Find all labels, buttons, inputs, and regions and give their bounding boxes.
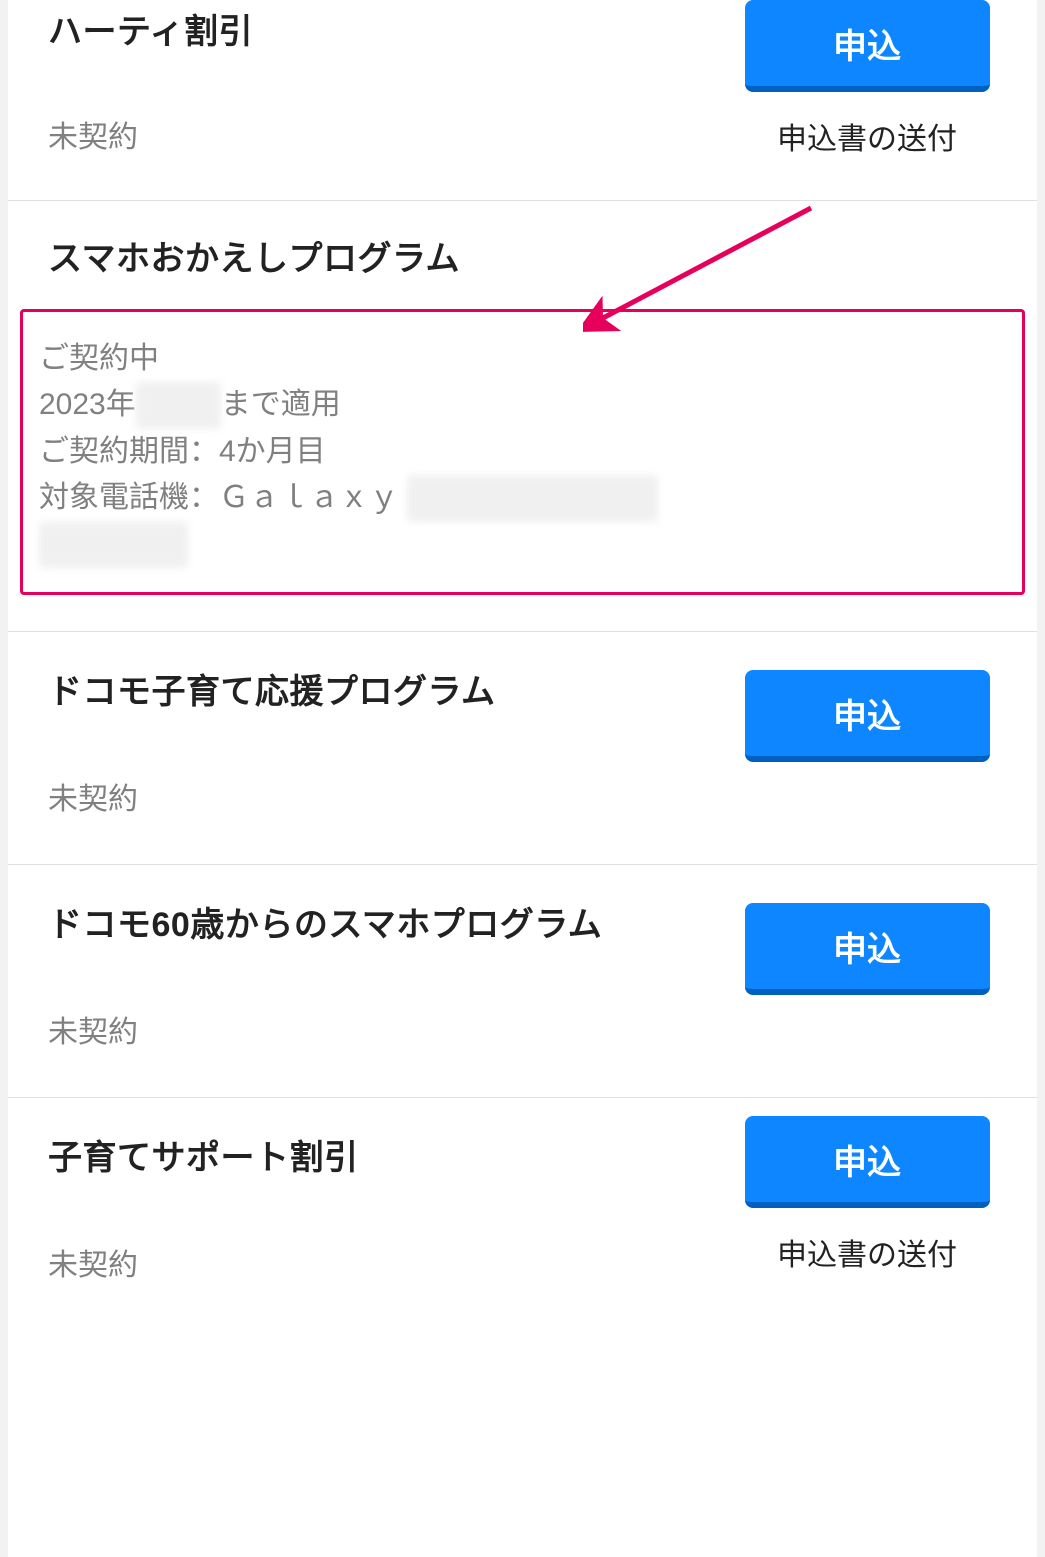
program-status: 未契約	[48, 112, 717, 156]
program-title: ドコモ子育て応援プログラム	[48, 670, 717, 716]
send-form-link[interactable]: 申込書の送付	[777, 114, 957, 158]
detail-line-4: 対象電話機：Ｇａｌａｘｙ ███ ██ ██████	[39, 475, 1006, 522]
program-title: スマホおかえしプログラム	[48, 201, 997, 309]
program-status: 未契約	[48, 1240, 717, 1284]
detail-line-1: ご契約中	[39, 336, 1006, 383]
apply-button[interactable]: 申込	[745, 0, 990, 92]
detail-line-2-pre: 2023年	[39, 388, 136, 421]
program-info: ドコモ子育て応援プログラム 未契約	[48, 632, 717, 864]
redacted-text: ████	[136, 382, 221, 429]
program-title: 子育てサポート割引	[48, 1136, 717, 1182]
program-info: ドコモ60歳からのスマホプログラム 未契約	[48, 865, 717, 1097]
program-actions: 申込 申込書の送付	[737, 0, 997, 158]
detail-line-2-post: まで適用	[221, 388, 341, 421]
program-item-smaho-okaeshi: スマホおかえしプログラム ご契約中 2023年████まで適用 ご契約期間：4か…	[8, 201, 1037, 632]
program-item-hearty: ハーティ割引 未契約 申込 申込書の送付	[8, 0, 1037, 201]
program-actions: 申込	[737, 632, 997, 762]
detail-line-2: 2023年████まで適用	[39, 382, 1006, 429]
apply-button[interactable]: 申込	[745, 1116, 990, 1208]
program-actions: 申込 申込書の送付	[737, 1098, 997, 1274]
detail-line-5: ███████	[39, 522, 1006, 569]
apply-button[interactable]: 申込	[745, 903, 990, 995]
program-detail-highlight: ご契約中 2023年████まで適用 ご契約期間：4か月目 対象電話機：Ｇａｌａ…	[20, 309, 1025, 596]
send-form-link[interactable]: 申込書の送付	[777, 1230, 957, 1274]
detail-line-4-pre: 対象電話機：Ｇａｌａｘｙ	[39, 481, 399, 514]
program-status: 未契約	[48, 774, 717, 818]
redacted-text: ███ ██ ██████	[407, 475, 657, 522]
program-status: 未契約	[48, 1007, 717, 1051]
program-item-kosodate-support: 子育てサポート割引 未契約 申込 申込書の送付	[8, 1098, 1037, 1294]
program-info: 子育てサポート割引 未契約	[48, 1098, 717, 1284]
program-info: ハーティ割引 未契約	[48, 0, 717, 200]
program-title: ハーティ割引	[48, 10, 717, 56]
apply-button[interactable]: 申込	[745, 670, 990, 762]
program-item-kosodate-ouen: ドコモ子育て応援プログラム 未契約 申込	[8, 632, 1037, 865]
programs-card: ハーティ割引 未契約 申込 申込書の送付 スマホおかえしプログラム ご契約中 2…	[8, 0, 1037, 1557]
detail-line-3: ご契約期間：4か月目	[39, 429, 1006, 476]
program-item-60sai: ドコモ60歳からのスマホプログラム 未契約 申込	[8, 865, 1037, 1098]
redacted-text: ███████	[39, 522, 188, 569]
program-title: ドコモ60歳からのスマホプログラム	[48, 903, 717, 949]
program-actions: 申込	[737, 865, 997, 995]
